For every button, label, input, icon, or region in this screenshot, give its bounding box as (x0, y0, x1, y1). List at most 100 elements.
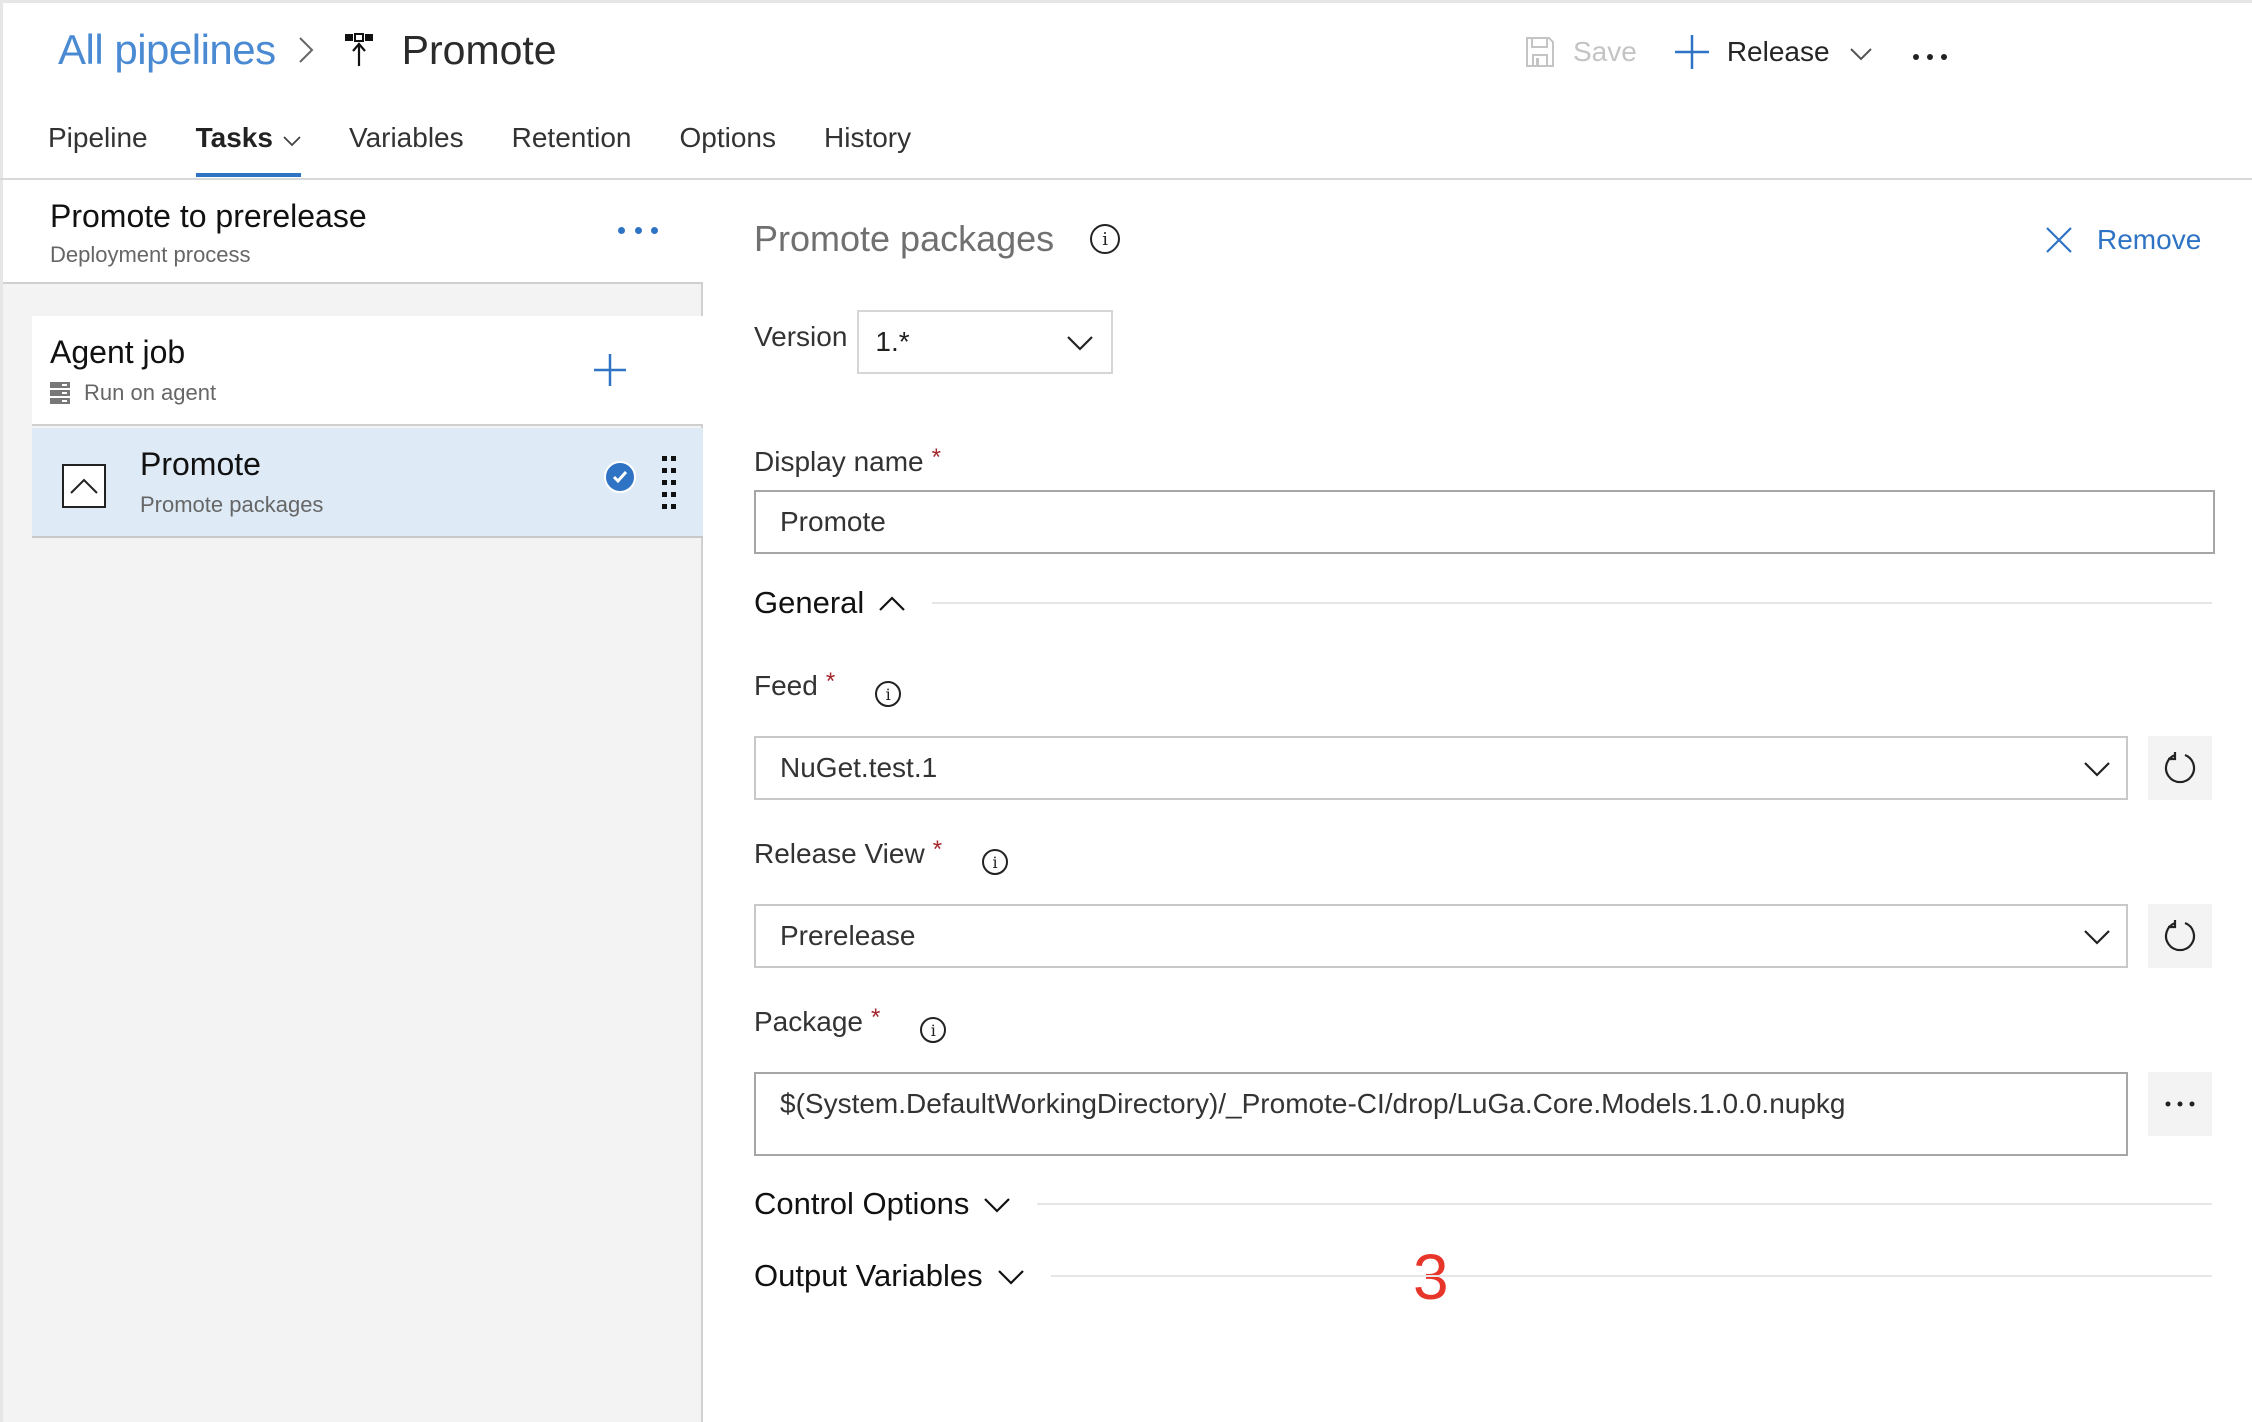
stage-header[interactable]: Promote to prerelease Deployment process (3, 180, 703, 284)
dot (618, 226, 625, 234)
version-value: 1.* (875, 326, 910, 357)
section-control-options-title: Control Options (754, 1186, 970, 1221)
display-name-value: Promote (780, 506, 886, 537)
package-label-text: Package (754, 1006, 863, 1037)
tab-options[interactable]: Options (680, 118, 777, 158)
display-name-input[interactable]: Promote (754, 490, 2215, 554)
info-icon[interactable]: i (920, 1017, 947, 1043)
tab-tasks[interactable]: Tasks (195, 118, 302, 177)
chevron-down-icon (983, 1195, 1011, 1213)
info-icon[interactable]: i (875, 681, 902, 707)
section-control-options[interactable]: Control Options (754, 1186, 2212, 1222)
package-value: $(System.DefaultWorkingDirectory)/_Promo… (780, 1088, 1846, 1119)
release-view-value: Prerelease (780, 920, 916, 951)
stage-more-button[interactable] (618, 220, 658, 240)
release-button[interactable]: Release (1674, 35, 1872, 69)
release-view-label-text: Release View (754, 838, 925, 869)
breadcrumb: All pipelines Promote (58, 20, 557, 80)
tab-retention[interactable]: Retention (512, 118, 632, 158)
close-icon (2045, 226, 2073, 254)
release-view-select[interactable]: Prerelease (754, 904, 2128, 968)
version-select[interactable]: 1.* (857, 310, 1114, 374)
section-divider (932, 602, 2212, 604)
save-icon (1525, 36, 1555, 68)
section-divider (1050, 1275, 2212, 1277)
feed-label: Feed * i (754, 668, 902, 707)
plus-icon (594, 354, 626, 386)
drag-handle-icon[interactable] (662, 456, 676, 512)
chevron-down-icon (2084, 920, 2110, 952)
task-subtitle: Promote packages (140, 492, 324, 517)
chevron-down-icon (1849, 36, 1872, 68)
required-marker: * (931, 444, 941, 471)
task-editor-title: Promote packages (754, 218, 1055, 259)
agent-job[interactable]: Agent job Run on agent (32, 316, 703, 426)
info-icon[interactable]: i (1090, 224, 1121, 254)
required-marker: * (825, 668, 836, 695)
version-label: Version (754, 321, 848, 352)
agent-job-subtitle-text: Run on agent (84, 380, 217, 405)
dot (634, 226, 642, 234)
page-title: Promote (401, 26, 557, 73)
section-output-variables-title: Output Variables (754, 1258, 983, 1293)
agent-job-subtitle: Run on agent (50, 380, 216, 406)
command-bar: Save Release (1525, 30, 1948, 74)
version-row: Version 1.* (754, 310, 1114, 374)
release-view-label: Release View * i (754, 836, 1009, 875)
display-name-label: Display name * (754, 444, 941, 478)
chevron-down-icon (283, 122, 301, 154)
task-item-promote[interactable]: Promote Promote packages (32, 428, 703, 538)
enabled-check-icon (604, 461, 636, 493)
package-label: Package * i (754, 1004, 947, 1043)
refresh-feed-button[interactable] (2148, 736, 2212, 800)
info-icon[interactable]: i (982, 849, 1009, 875)
dot (651, 226, 658, 234)
stage-subtitle: Deployment process (50, 242, 251, 267)
tab-variables[interactable]: Variables (349, 118, 464, 158)
tab-label: Tasks (195, 122, 273, 153)
refresh-release-view-button[interactable] (2148, 904, 2212, 968)
promote-task-icon (62, 464, 106, 508)
tab-label: Pipeline (48, 122, 148, 153)
section-general-title: General (754, 585, 865, 620)
feed-value: NuGet.test.1 (780, 752, 938, 783)
display-name-label-text: Display name (754, 446, 924, 477)
release-label: Release (1726, 36, 1830, 67)
plus-icon (1674, 35, 1709, 69)
save-button[interactable]: Save (1525, 36, 1637, 68)
chevron-right-icon (298, 36, 314, 64)
tab-label: Variables (348, 122, 464, 153)
feed-select[interactable]: NuGet.test.1 (754, 736, 2128, 800)
section-output-variables[interactable]: Output Variables (754, 1258, 2212, 1294)
task-editor: Promote packages i Remove Version 1.* Di… (705, 180, 2252, 1422)
remove-label: Remove (2097, 224, 2202, 255)
section-general[interactable]: General (754, 585, 2212, 621)
stage-title: Promote to prerelease (50, 198, 367, 234)
feed-label-text: Feed (754, 670, 818, 701)
tab-pipeline[interactable]: Pipeline (48, 118, 148, 158)
task-title: Promote (140, 446, 261, 482)
save-label: Save (1573, 36, 1637, 67)
tab-label: Retention (511, 122, 632, 153)
chevron-down-icon (1067, 326, 1094, 358)
process-panel: Promote to prerelease Deployment process… (3, 180, 703, 1422)
more-ellipsis-icon (1912, 36, 1948, 68)
chevron-up-icon (878, 594, 906, 612)
browse-package-button[interactable] (2148, 1072, 2212, 1136)
tab-label: Options (679, 122, 777, 153)
tab-label: History (824, 122, 912, 153)
more-actions-button[interactable] (1912, 36, 1948, 68)
required-marker: * (932, 836, 943, 863)
tab-bar: Pipeline Tasks Variables Retention Optio… (48, 118, 959, 178)
section-divider (1037, 1203, 2212, 1205)
more-ellipsis-icon (2165, 1101, 2195, 1107)
package-input[interactable]: $(System.DefaultWorkingDirectory)/_Promo… (754, 1072, 2128, 1156)
add-task-button[interactable] (592, 352, 628, 388)
task-editor-header: Promote packages i (754, 218, 1121, 260)
remove-task-button[interactable]: Remove (2045, 224, 2201, 256)
tab-history[interactable]: History (824, 118, 911, 158)
all-pipelines-link[interactable]: All pipelines (58, 26, 276, 74)
refresh-icon (2164, 752, 2196, 784)
required-marker: * (870, 1004, 881, 1031)
chevron-down-icon (2084, 752, 2110, 784)
